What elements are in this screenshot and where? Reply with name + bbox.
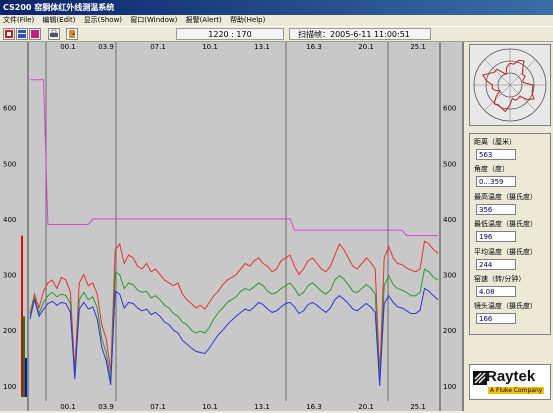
x-tick-label-bottom: 07.1 <box>150 403 166 411</box>
menu-alert[interactable]: 报警(Alert) <box>183 15 225 26</box>
polar-temperature-plot <box>473 48 547 122</box>
x-tick-label-top: 25.1 <box>410 43 426 51</box>
x-tick-label-bottom: 13.1 <box>254 403 270 411</box>
y-tick-label-left: 500 <box>3 160 16 168</box>
x-tick-label-bottom: 03.9 <box>98 403 114 411</box>
x-tick-label-bottom: 25.1 <box>410 403 426 411</box>
y-tick-label-right: 100 <box>443 383 456 391</box>
avg-temp-value: 244 <box>476 259 516 270</box>
view-chart-button[interactable] <box>3 28 15 40</box>
y-tick-label-right: 200 <box>443 327 456 335</box>
x-tick-label-top: 03.9 <box>98 43 114 51</box>
printer-icon <box>50 29 58 37</box>
y-tick-label-left: 400 <box>3 216 16 224</box>
y-tick-label-left: 300 <box>3 272 16 280</box>
x-tick-label-bottom: 00.1 <box>60 403 76 411</box>
x-tick-label-top: 00.1 <box>60 43 76 51</box>
side-bar-bar_blue <box>25 358 27 397</box>
lens-temp-value: 166 <box>476 313 516 324</box>
view-table-button[interactable] <box>16 28 28 40</box>
scan-frame-time: 2005-6-11 11:00:51 <box>330 30 410 39</box>
x-tick-label-bottom: 20.1 <box>358 403 374 411</box>
exit-door-icon <box>69 30 75 38</box>
kiln-speed-value: 4.08 <box>476 286 516 297</box>
y-tick-label-left: 200 <box>3 327 16 335</box>
menu-show[interactable]: 显示(Show) <box>81 15 125 26</box>
raytek-logo: Raytek A Fluke Company <box>469 364 551 400</box>
kiln-speed-label: 窑速（转/分钟） <box>474 275 526 283</box>
position-readout: 1220 : 170 <box>176 28 284 40</box>
radar-temperature-trace <box>482 59 535 113</box>
logo-tagline: A Fluke Company <box>488 387 545 394</box>
lens-temp-label: 镜头温度（摄氏度） <box>474 302 537 310</box>
avg-temp-label: 平均温度（摄氏度） <box>474 248 537 256</box>
info-panel: 距离（厘米） 563 角度（度） 0...359 最高温度（摄氏度） 356 最… <box>462 42 553 411</box>
map-icon <box>31 30 39 38</box>
chart-icon <box>5 30 13 38</box>
radar-frame <box>469 44 551 126</box>
scan-frame-label: 扫描帧： <box>298 30 330 39</box>
distance-label: 距离（厘米） <box>474 138 516 146</box>
x-tick-label-bottom: 10.1 <box>202 403 218 411</box>
angle-label: 角度（度） <box>474 165 509 173</box>
distance-value: 563 <box>476 149 516 160</box>
print-button[interactable] <box>48 28 60 40</box>
temperature-chart-area: 100 100 200 200 300 300 400 400 500 500 600 600 00.1… <box>0 42 462 411</box>
x-tick-label-top: 10.1 <box>202 43 218 51</box>
temperature-profile-chart[interactable]: 100 100 200 200 300 300 400 400 500 500 600 600 00.1… <box>0 42 462 411</box>
x-tick-label-top: 13.1 <box>254 43 270 51</box>
max-temp-value: 356 <box>476 204 516 215</box>
min-temp-value: 196 <box>476 231 516 242</box>
side-bar-bar_green <box>23 316 25 397</box>
menu-edit[interactable]: 编辑(Edit) <box>39 15 78 26</box>
table-icon <box>18 30 26 38</box>
x-tick-label-top: 16.3 <box>306 43 322 51</box>
window-title: CS200 窑胴体红外线测温系统 <box>0 0 553 15</box>
x-tick-label-top: 20.1 <box>358 43 374 51</box>
min-temp-label: 最低温度（摄氏度） <box>474 220 537 228</box>
menu-help[interactable]: 帮助(Help) <box>227 15 268 26</box>
view-map-button[interactable] <box>29 28 41 40</box>
menu-bar: 文件(File) 编辑(Edit) 显示(Show) 窗口(Window) 报警… <box>0 15 553 26</box>
menu-file[interactable]: 文件(File) <box>0 15 37 26</box>
y-tick-label-right: 300 <box>443 272 456 280</box>
y-tick-label-left: 100 <box>3 383 16 391</box>
y-tick-label-left: 600 <box>3 105 16 113</box>
toolbar: 1220 : 170 扫描帧：2005-6-11 11:00:51 <box>0 26 553 42</box>
scan-frame-field: 扫描帧：2005-6-11 11:00:51 <box>289 28 431 40</box>
y-tick-label-right: 600 <box>443 105 456 113</box>
y-tick-label-right: 500 <box>443 160 456 168</box>
readout-panel: 距离（厘米） 563 角度（度） 0...359 最高温度（摄氏度） 356 最… <box>469 133 551 335</box>
menu-window[interactable]: 窗口(Window) <box>127 15 180 26</box>
side-bar-bar_red <box>21 235 23 397</box>
exit-button[interactable] <box>66 28 78 40</box>
y-tick-label-right: 400 <box>443 216 456 224</box>
x-tick-label-bottom: 16.3 <box>306 403 322 411</box>
angle-value: 0...359 <box>476 176 516 187</box>
max-temp-label: 最高温度（摄氏度） <box>474 193 537 201</box>
radar-spoke <box>484 84 511 111</box>
raytek-mark-icon <box>473 371 487 385</box>
logo-name: Raytek <box>486 368 536 385</box>
x-tick-label-top: 07.1 <box>150 43 166 51</box>
